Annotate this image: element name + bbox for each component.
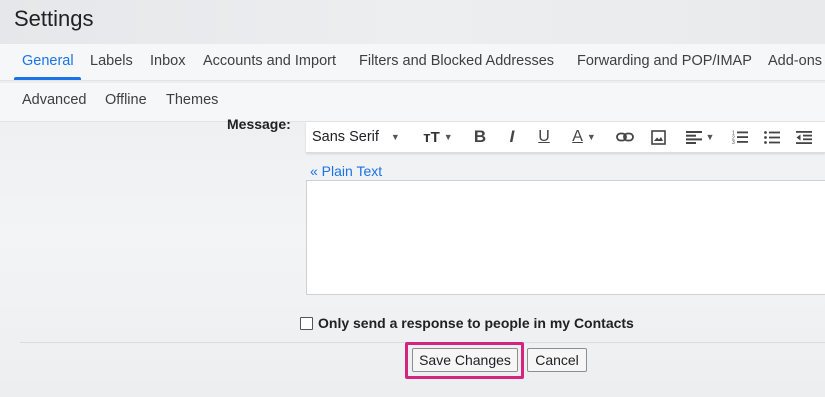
tab-advanced[interactable]: Advanced: [22, 92, 87, 108]
vacation-responder-section: Message: Sans Serif ▼ тT ▼ B I U A ▼ ▼ 1…: [0, 116, 825, 397]
font-family-select[interactable]: Sans Serif ▼: [312, 122, 408, 152]
bulleted-list-button[interactable]: [760, 122, 784, 152]
tab-filters-and-blocked-addresses[interactable]: Filters and Blocked Addresses: [359, 53, 554, 69]
plain-text-link[interactable]: « Plain Text: [310, 163, 382, 179]
font-family-value: Sans Serif: [312, 129, 379, 145]
tab-inbox[interactable]: Inbox: [150, 53, 185, 69]
page-title: Settings: [14, 6, 94, 31]
insert-image-button[interactable]: [646, 122, 670, 152]
chevron-down-icon: ▼: [705, 132, 715, 142]
align-left-icon: [685, 130, 702, 144]
insert-link-button[interactable]: [612, 122, 638, 152]
underline-button[interactable]: U: [532, 122, 556, 152]
settings-tabs-row-1: General Labels Inbox Accounts and Import…: [0, 44, 825, 81]
tab-accounts-and-import[interactable]: Accounts and Import: [203, 53, 336, 69]
chevron-down-icon: ▼: [443, 132, 453, 142]
contacts-only-checkbox[interactable]: [300, 316, 313, 330]
cancel-button[interactable]: Cancel: [527, 348, 587, 372]
font-size-select[interactable]: тT ▼: [418, 122, 458, 152]
text-color-icon: A: [572, 128, 583, 145]
image-icon: [650, 129, 666, 145]
bulleted-list-icon: [764, 130, 780, 144]
tab-forwarding-and-pop-imap[interactable]: Forwarding and POP/IMAP: [577, 53, 752, 69]
tab-themes[interactable]: Themes: [166, 92, 218, 108]
formatting-toolbar: Sans Serif ▼ тT ▼ B I U A ▼ ▼ 1 2 3: [306, 122, 825, 153]
chevron-down-icon: ▼: [390, 132, 400, 142]
italic-icon: I: [509, 127, 515, 146]
contacts-only-label: Only send a response to people in my Con…: [318, 315, 634, 331]
settings-header: Settings: [0, 0, 825, 44]
indent-less-icon: [796, 130, 812, 144]
svg-text:3: 3: [732, 140, 735, 144]
italic-button[interactable]: I: [500, 122, 524, 152]
tab-labels[interactable]: Labels: [90, 53, 133, 69]
settings-tabs-row-2: Advanced Offline Themes: [0, 83, 825, 122]
underline-icon: U: [538, 128, 550, 145]
bold-icon: B: [473, 127, 487, 146]
numbered-list-icon: 123: [732, 131, 748, 144]
message-editor[interactable]: [306, 180, 825, 295]
tab-offline[interactable]: Offline: [105, 92, 147, 108]
tab-add-ons[interactable]: Add-ons: [768, 53, 822, 69]
text-size-icon: тT: [423, 128, 440, 146]
contacts-only-option: Only send a response to people in my Con…: [300, 315, 634, 331]
save-changes-button[interactable]: Save Changes: [412, 348, 518, 372]
link-icon: [616, 132, 634, 142]
indent-less-button[interactable]: [792, 122, 816, 152]
active-tab-indicator: [14, 77, 81, 80]
tab-general[interactable]: General: [22, 53, 74, 69]
chevron-down-icon: ▼: [586, 132, 596, 142]
text-color-button[interactable]: A ▼: [564, 122, 604, 152]
numbered-list-button[interactable]: 123: [728, 122, 752, 152]
align-button[interactable]: ▼: [682, 122, 718, 152]
bold-button[interactable]: B: [468, 122, 492, 152]
message-label: Message:: [227, 116, 291, 132]
